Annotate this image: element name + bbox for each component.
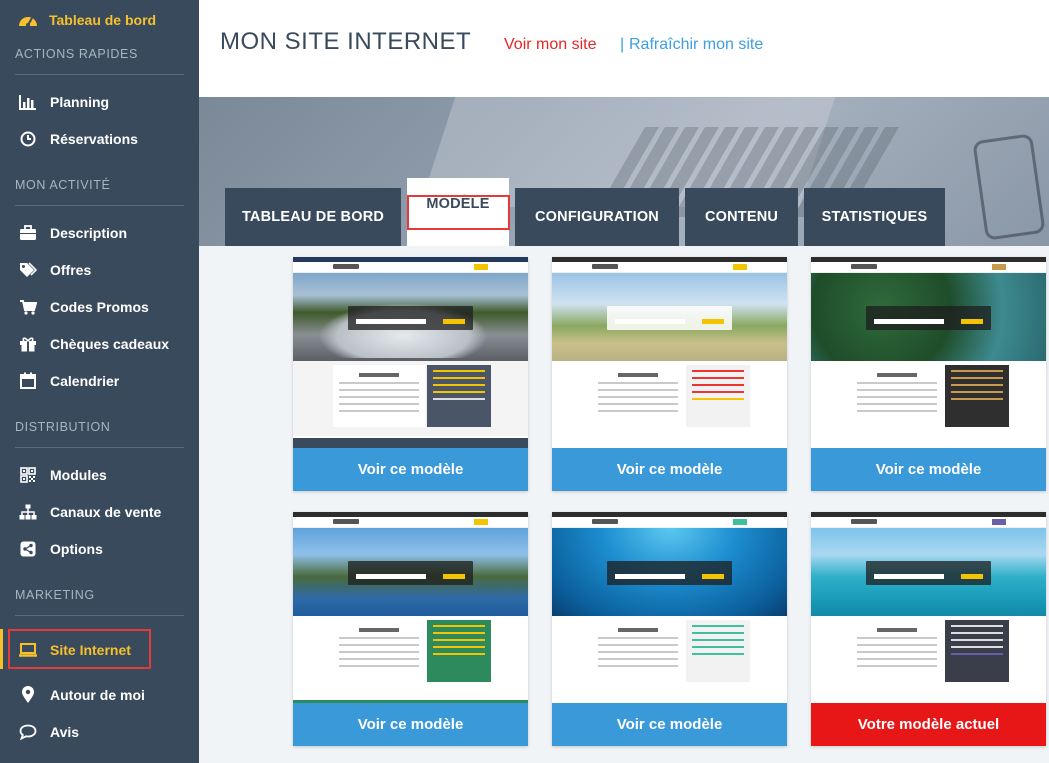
refresh-site-link[interactable]: Rafraîchir mon site xyxy=(629,36,763,54)
share-square-icon xyxy=(18,540,38,558)
sidebar-item-label: Planning xyxy=(50,93,110,110)
sitemap-icon xyxy=(18,503,38,521)
sidebar-item-offres[interactable]: Offres xyxy=(0,251,199,288)
tab-contenu[interactable]: CONTENU xyxy=(685,188,798,246)
template-preview-image[interactable] xyxy=(552,257,787,448)
sidebar-item-dashboard[interactable]: Tableau de bord xyxy=(0,0,199,40)
current-template-button[interactable]: Votre modèle actuel xyxy=(811,703,1046,746)
gift-icon xyxy=(18,335,38,353)
briefcase-icon xyxy=(18,224,38,242)
sidebar-item-options[interactable]: Options xyxy=(0,530,199,567)
tags-icon xyxy=(18,261,38,279)
divider xyxy=(15,615,184,616)
section-title-distribution: DISTRIBUTION xyxy=(15,420,111,434)
divider xyxy=(15,74,184,75)
view-template-button[interactable]: Voir ce modèle xyxy=(293,448,528,491)
template-preview-image[interactable] xyxy=(811,257,1046,448)
section-title-mon-activite: MON ACTIVITÉ xyxy=(15,178,111,192)
sidebar-item-calendrier[interactable]: Calendrier xyxy=(0,362,199,399)
bar-chart-icon xyxy=(18,93,38,111)
active-indicator xyxy=(0,629,3,669)
sidebar-item-codes-promos[interactable]: Codes Promos xyxy=(0,288,199,325)
divider xyxy=(15,205,184,206)
link-separator: | xyxy=(620,36,625,53)
tab-configuration[interactable]: CONFIGURATION xyxy=(515,188,679,246)
page-title: MON SITE INTERNET xyxy=(220,28,472,55)
template-card: Voir ce modèle xyxy=(811,257,1046,491)
template-preview-image[interactable] xyxy=(811,512,1046,703)
template-gallery: Voir ce modèle Voir ce modèle Voir ce mo… xyxy=(199,246,1049,763)
view-template-button[interactable]: Voir ce modèle xyxy=(811,448,1046,491)
sidebar-item-label: Autour de moi xyxy=(50,686,145,703)
sidebar-item-autour-de-moi[interactable]: Autour de moi xyxy=(0,676,199,713)
speech-bubble-icon xyxy=(18,723,38,741)
sidebar-item-label: Options xyxy=(50,540,103,557)
view-template-button[interactable]: Voir ce modèle xyxy=(552,448,787,491)
calendar-icon xyxy=(18,372,38,390)
highlight-box-site-internet xyxy=(8,629,151,669)
sidebar-item-label: Réservations xyxy=(50,130,138,147)
template-preview-image[interactable] xyxy=(552,512,787,703)
view-template-button[interactable]: Voir ce modèle xyxy=(552,703,787,746)
view-template-button[interactable]: Voir ce modèle xyxy=(293,703,528,746)
template-card: Voir ce modèle xyxy=(552,512,787,746)
template-card: Voir ce modèle xyxy=(552,257,787,491)
sidebar-item-reservations[interactable]: Réservations xyxy=(0,120,199,157)
sidebar-item-description[interactable]: Description xyxy=(0,214,199,251)
sidebar-item-label: Description xyxy=(50,224,128,241)
shopping-cart-icon xyxy=(18,298,38,316)
section-title-actions-rapides: ACTIONS RAPIDES xyxy=(15,47,138,61)
view-site-link[interactable]: Voir mon site xyxy=(504,36,596,54)
sidebar-item-canaux-de-vente[interactable]: Canaux de vente xyxy=(0,493,199,530)
banner-phone-shape xyxy=(972,133,1046,241)
template-card: Voir ce modèle xyxy=(293,512,528,746)
sidebar-item-label: Codes Promos xyxy=(50,298,149,315)
template-preview-image[interactable] xyxy=(293,257,528,448)
sidebar-item-label: Offres xyxy=(50,261,92,278)
map-marker-icon xyxy=(18,685,38,704)
sidebar-item-label: Calendrier xyxy=(50,372,120,389)
sidebar-item-label: Modules xyxy=(50,466,107,483)
sidebar-item-label: Canaux de vente xyxy=(50,503,162,520)
sidebar-item-label: Avis xyxy=(50,723,80,740)
template-preview-image[interactable] xyxy=(293,512,528,703)
dashboard-gauge-icon xyxy=(18,12,40,28)
sidebar-item-cheques-cadeaux[interactable]: Chèques cadeaux xyxy=(0,325,199,362)
sidebar-item-label: Chèques cadeaux xyxy=(50,335,170,352)
page-header: MON SITE INTERNET Voir mon site | Rafraî… xyxy=(199,0,1049,97)
highlight-box-modele-tab xyxy=(407,195,510,230)
sidebar-item-label: Tableau de bord xyxy=(49,12,157,28)
template-card-current: Votre modèle actuel xyxy=(811,512,1046,746)
tab-tableau-de-bord[interactable]: TABLEAU DE BORD xyxy=(225,188,401,246)
clock-icon xyxy=(18,130,38,148)
template-card: Voir ce modèle xyxy=(293,257,528,491)
tab-statistiques[interactable]: STATISTIQUES xyxy=(804,188,945,246)
divider xyxy=(15,447,184,448)
sidebar-item-modules[interactable]: Modules xyxy=(0,456,199,493)
sidebar-item-planning[interactable]: Planning xyxy=(0,83,199,120)
qr-code-icon xyxy=(18,466,38,484)
sidebar-item-avis[interactable]: Avis xyxy=(0,713,199,750)
section-title-marketing: MARKETING xyxy=(15,588,95,602)
